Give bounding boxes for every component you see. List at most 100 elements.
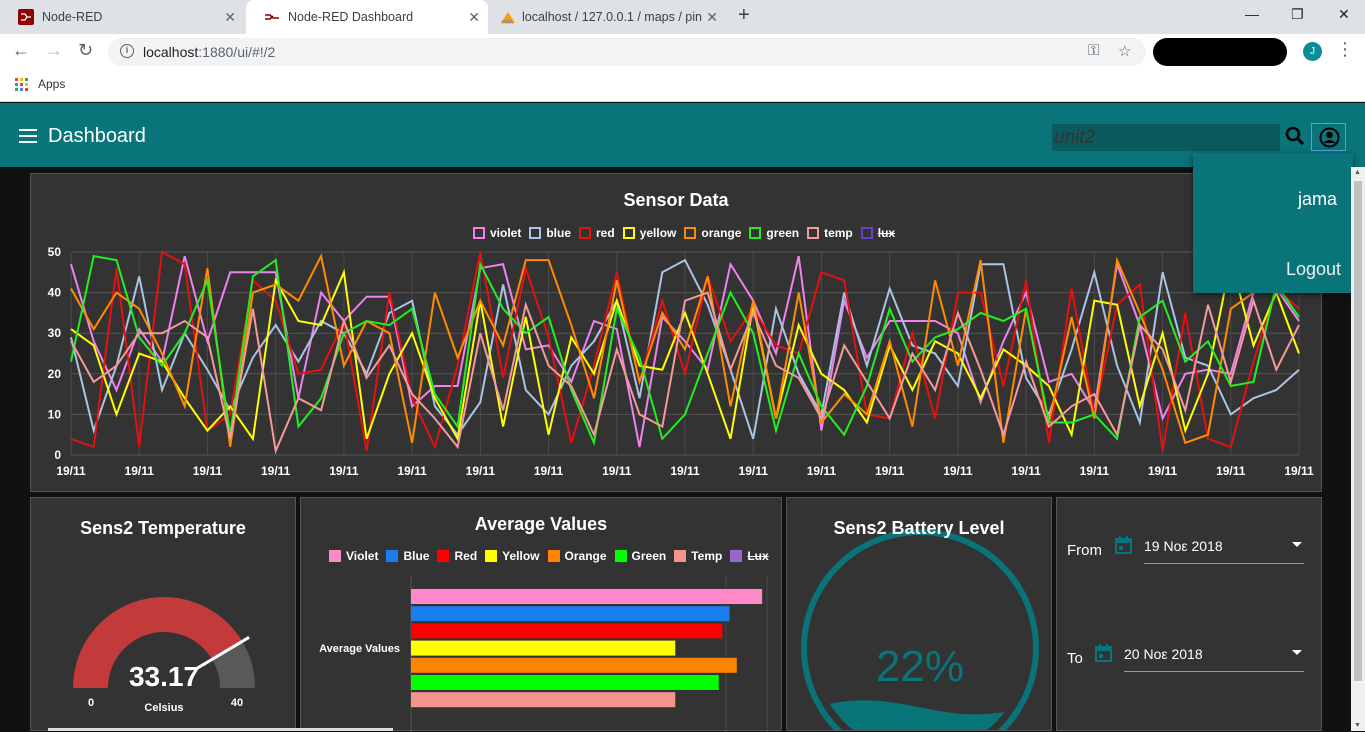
battery-title: Sens2 Battery Level xyxy=(833,518,1005,538)
tab-label: localhost / 127.0.0.1 / maps / pin xyxy=(522,10,702,24)
phpmyadmin-favicon-icon: PMA xyxy=(501,12,515,25)
y-tick-label: 30 xyxy=(48,326,62,340)
from-date-value: 19 Νοε 2018 xyxy=(1144,538,1223,554)
url-omnibox[interactable]: i localhost:1880/ui/#!/2 ⚿ ☆ xyxy=(108,38,1146,66)
x-tick-label: 19/11 xyxy=(1080,464,1110,478)
bookmarks-bar: Apps xyxy=(0,70,1365,102)
close-tab-icon[interactable]: ✕ xyxy=(468,0,480,34)
x-tick-label: 19/11 xyxy=(1148,464,1178,478)
site-info-icon[interactable]: i xyxy=(120,44,134,58)
x-tick-label: 19/11 xyxy=(329,464,359,478)
x-tick-label: 19/11 xyxy=(125,464,155,478)
average-values-card: Average Values Violet Blue Red Yellow Orange… xyxy=(300,497,782,732)
account-button[interactable] xyxy=(1311,123,1346,151)
gauge-min-label: 0 xyxy=(88,697,94,709)
battery-value: 22% xyxy=(875,642,965,691)
vertical-scrollbar[interactable]: ▲ ▼ xyxy=(1351,167,1365,731)
x-tick-label: 19/11 xyxy=(193,464,223,478)
x-tick-label: 19/11 xyxy=(261,464,291,478)
to-date-picker[interactable]: 20 Νοε 2018 xyxy=(1124,646,1304,672)
bar-red xyxy=(411,623,723,639)
y-tick-label: 50 xyxy=(48,245,62,259)
url-text[interactable]: localhost:1880/ui/#!/2 xyxy=(143,44,275,60)
x-tick-label: 19/11 xyxy=(875,464,905,478)
restore-icon[interactable]: ❐ xyxy=(1291,6,1304,23)
category-label: Average Values xyxy=(319,643,400,655)
forward-arrow-icon[interactable]: → xyxy=(45,40,63,61)
bar-violet xyxy=(411,589,763,604)
battery-card: Sens2 Battery Level 22% xyxy=(786,497,1052,731)
bar-green xyxy=(411,675,719,690)
scroll-down-icon[interactable]: ▼ xyxy=(1354,722,1361,729)
scroll-up-icon[interactable]: ▲ xyxy=(1354,169,1361,176)
x-tick-label: 19/11 xyxy=(534,464,564,478)
y-tick-label: 20 xyxy=(48,367,62,381)
bar-orange xyxy=(411,657,737,673)
calendar-icon[interactable] xyxy=(1095,644,1112,662)
redacted-extension-area xyxy=(1153,38,1287,66)
username-label: jama xyxy=(1297,189,1337,209)
x-tick-label: 19/11 xyxy=(1284,464,1314,478)
temperature-gauge: 33.17 Celsius 0 40 xyxy=(73,597,255,714)
new-tab-icon[interactable]: + xyxy=(738,4,750,27)
key-icon[interactable]: ⚿ xyxy=(1088,42,1099,59)
x-tick-label: 19/11 xyxy=(943,464,973,478)
logout-link[interactable]: Logout xyxy=(1286,259,1341,280)
gauge-unit: Celsius xyxy=(144,702,183,714)
svg-text:PMA: PMA xyxy=(502,20,513,25)
tab-label: Node-RED xyxy=(42,10,103,24)
address-bar: ← → ↻ i localhost:1880/ui/#!/2 ⚿ ☆ J ⋮ xyxy=(0,34,1365,70)
tab-node-red[interactable]: Node-RED ✕ xyxy=(0,0,244,34)
battery-liquid-wave xyxy=(814,700,1026,730)
calendar-icon[interactable] xyxy=(1115,536,1132,554)
bar-yellow xyxy=(411,640,676,656)
x-tick-label: 19/11 xyxy=(602,464,632,478)
close-window-icon[interactable]: ✕ xyxy=(1338,6,1350,23)
x-tick-label: 19/11 xyxy=(670,464,700,478)
y-tick-label: 40 xyxy=(48,286,62,300)
close-tab-icon[interactable]: ✕ xyxy=(224,0,236,34)
temperature-card: Sens2 Temperature 33.17 Celsius 0 40 xyxy=(30,497,296,731)
x-tick-label: 19/11 xyxy=(807,464,837,478)
y-tick-label: 0 xyxy=(54,448,61,462)
menu-hamburger-icon[interactable] xyxy=(19,129,37,143)
x-tick-label: 19/11 xyxy=(397,464,427,478)
date-range-card: From 19 Νοε 2018 To 20 Νοε 2018 xyxy=(1056,497,1322,731)
tab-phpmyadmin[interactable]: PMA localhost / 127.0.0.1 / maps / pin ✕ xyxy=(490,0,726,34)
tab-label: Node-RED Dashboard xyxy=(288,10,414,24)
account-circle-icon xyxy=(1319,127,1340,148)
minimize-icon[interactable]: — xyxy=(1245,6,1259,22)
scrollbar-thumb[interactable] xyxy=(1354,181,1362,681)
from-date-picker[interactable]: 19 Νοε 2018 xyxy=(1144,538,1304,564)
chevron-down-icon xyxy=(1292,650,1302,655)
x-tick-label: 19/11 xyxy=(466,464,496,478)
y-tick-label: 10 xyxy=(48,407,62,421)
to-date-value: 20 Νοε 2018 xyxy=(1124,646,1203,662)
average-bar-chart: Average Values xyxy=(319,576,768,732)
x-tick-label: 19/11 xyxy=(1216,464,1246,478)
bar-blue xyxy=(411,606,730,622)
x-tick-label: 19/11 xyxy=(739,464,769,478)
node-red-favicon-icon xyxy=(18,9,34,25)
apps-grid-icon[interactable] xyxy=(15,78,28,91)
sensor-data-card: Sensor Data violet blue red yellow orange gre… xyxy=(30,173,1322,492)
back-arrow-icon[interactable]: ← xyxy=(12,40,30,61)
search-icon[interactable] xyxy=(1285,126,1305,146)
gauge-max-label: 40 xyxy=(231,697,243,709)
apps-bookmark[interactable]: Apps xyxy=(38,77,65,91)
browser-tab-bar: Node-RED ✕ Node-RED Dashboard ✕ PMA loca… xyxy=(0,0,1365,34)
reload-icon[interactable]: ↻ xyxy=(78,40,93,61)
user-menu-popup: jama Logout xyxy=(1193,153,1353,293)
page-title: Dashboard xyxy=(48,125,146,147)
to-label: To xyxy=(1067,650,1083,667)
sensor-line-chart: 50 40 30 20 10 0 19/11 19/11 19/11 19/11 19/11 19/1… xyxy=(48,245,1314,478)
bar-temp xyxy=(411,692,676,708)
node-red-dashboard-favicon-icon xyxy=(265,14,279,20)
close-tab-icon[interactable]: ✕ xyxy=(706,0,718,34)
star-icon[interactable]: ☆ xyxy=(1118,42,1131,60)
dashboard-toolbar: Dashboard unit2 xyxy=(0,103,1365,167)
browser-menu-icon[interactable]: ⋮ xyxy=(1336,39,1354,60)
profile-avatar[interactable]: J xyxy=(1303,42,1322,61)
tab-node-red-dashboard[interactable]: Node-RED Dashboard ✕ xyxy=(246,0,488,34)
unit-search-input[interactable]: unit2 xyxy=(1052,124,1280,151)
